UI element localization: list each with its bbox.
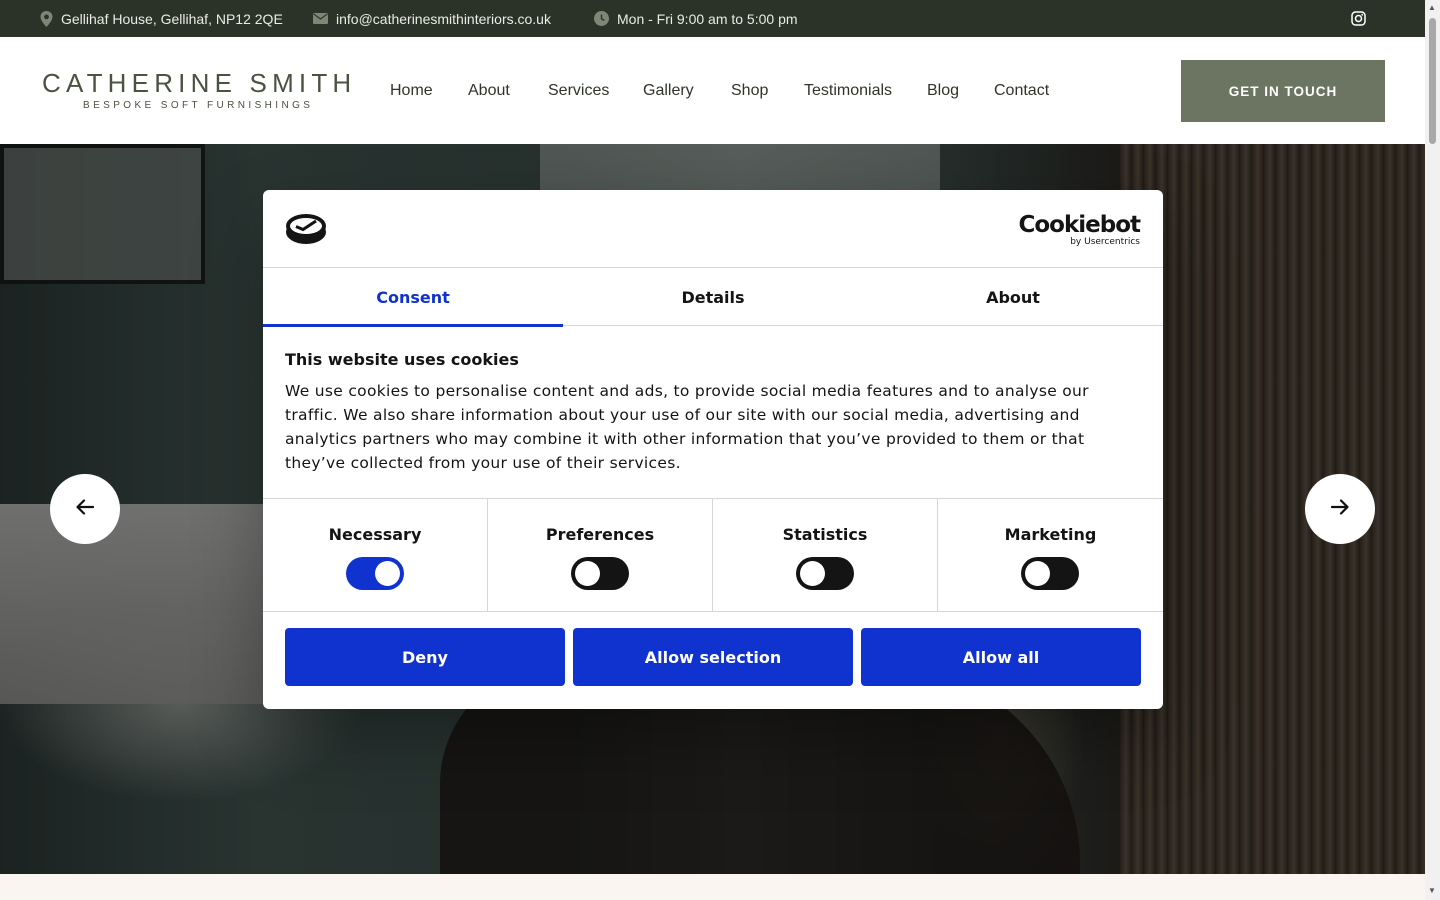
toggle-knob — [800, 561, 825, 586]
toggle-knob — [1025, 561, 1050, 586]
statistics-toggle[interactable] — [796, 557, 854, 590]
category-preferences: Preferences — [488, 499, 713, 612]
allow-selection-button[interactable]: Allow selection — [573, 628, 853, 686]
category-label: Necessary — [328, 525, 422, 544]
tab-consent[interactable]: Consent — [263, 268, 563, 327]
scroll-down-icon[interactable]: ▼ — [1428, 886, 1436, 895]
email-link[interactable]: info@catherinesmithinteriors.co.uk — [336, 11, 551, 27]
allow-all-button[interactable]: Allow all — [861, 628, 1141, 686]
clock-icon — [594, 11, 609, 26]
nav-services[interactable]: Services — [548, 82, 609, 100]
cookie-consent-dialog: Cookiebot by Usercentrics Consent Detail… — [263, 190, 1163, 709]
instagram-icon[interactable] — [1351, 11, 1366, 26]
arrow-right-icon — [1330, 498, 1349, 520]
scroll-up-icon[interactable]: ▲ — [1428, 3, 1436, 12]
deny-button[interactable]: Deny — [285, 628, 565, 686]
nav-home[interactable]: Home — [390, 82, 433, 100]
category-statistics: Statistics — [713, 499, 938, 612]
cookie-logo-icon — [285, 212, 327, 250]
category-label: Statistics — [782, 525, 868, 544]
brand-sub: by Usercentrics — [1070, 237, 1140, 247]
logo-name[interactable]: CATHERINE SMITH — [42, 68, 356, 99]
dialog-body-text: We use cookies to personalise content an… — [285, 382, 1089, 472]
cookiebot-brand[interactable]: Cookiebot by Usercentrics — [1018, 212, 1141, 247]
brand-name: Cookiebot — [1018, 212, 1141, 238]
tab-details[interactable]: Details — [563, 268, 863, 326]
nav-blog[interactable]: Blog — [927, 82, 959, 100]
nav-testimonials[interactable]: Testimonials — [804, 82, 892, 100]
address-text: Gellihaf House, Gellihaf, NP12 2QE — [61, 10, 283, 27]
tab-about[interactable]: About — [863, 268, 1163, 326]
envelope-icon — [313, 13, 328, 24]
slider-prev-button[interactable] — [50, 474, 120, 544]
category-label: Marketing — [1004, 525, 1097, 544]
nav-shop[interactable]: Shop — [731, 82, 768, 100]
nav-contact[interactable]: Contact — [994, 82, 1049, 100]
map-pin-icon — [40, 10, 53, 27]
toggle-knob — [575, 561, 600, 586]
hours-text: Mon - Fri 9:00 am to 5:00 pm — [617, 10, 798, 27]
scrollbar-thumb[interactable] — [1429, 18, 1436, 144]
category-marketing: Marketing — [938, 499, 1163, 612]
cookie-categories: Necessary Preferences Statistics Marketi… — [263, 498, 1163, 612]
category-necessary: Necessary — [263, 499, 488, 612]
dialog-header: Cookiebot by Usercentrics — [263, 190, 1163, 268]
logo-tagline: BESPOKE SOFT FURNISHINGS — [83, 100, 314, 111]
get-in-touch-button[interactable]: GET IN TOUCH — [1181, 60, 1385, 122]
hours-item: Mon - Fri 9:00 am to 5:00 pm — [594, 0, 798, 37]
category-label: Preferences — [545, 525, 655, 544]
dialog-title: This website uses cookies — [285, 350, 519, 369]
nav-gallery[interactable]: Gallery — [643, 82, 694, 100]
page-scrollbar[interactable]: ▲ ▼ — [1425, 0, 1440, 900]
toggle-knob — [375, 561, 400, 586]
dialog-tabs: Consent Details About — [263, 268, 1163, 327]
marketing-toggle[interactable] — [1021, 557, 1079, 590]
dialog-buttons: Deny Allow selection Allow all — [285, 628, 1141, 686]
site-header: CATHERINE SMITH BESPOKE SOFT FURNISHINGS… — [0, 37, 1425, 144]
nav-about[interactable]: About — [468, 82, 510, 100]
address-item: Gellihaf House, Gellihaf, NP12 2QE — [40, 0, 283, 37]
section-pattern-strip — [0, 874, 1425, 900]
top-info-bar: Gellihaf House, Gellihaf, NP12 2QE info@… — [0, 0, 1425, 37]
slider-next-button[interactable] — [1305, 474, 1375, 544]
arrow-left-icon — [76, 498, 95, 520]
preferences-toggle[interactable] — [571, 557, 629, 590]
email-item[interactable]: info@catherinesmithinteriors.co.uk — [313, 0, 551, 37]
necessary-toggle[interactable] — [346, 557, 404, 590]
